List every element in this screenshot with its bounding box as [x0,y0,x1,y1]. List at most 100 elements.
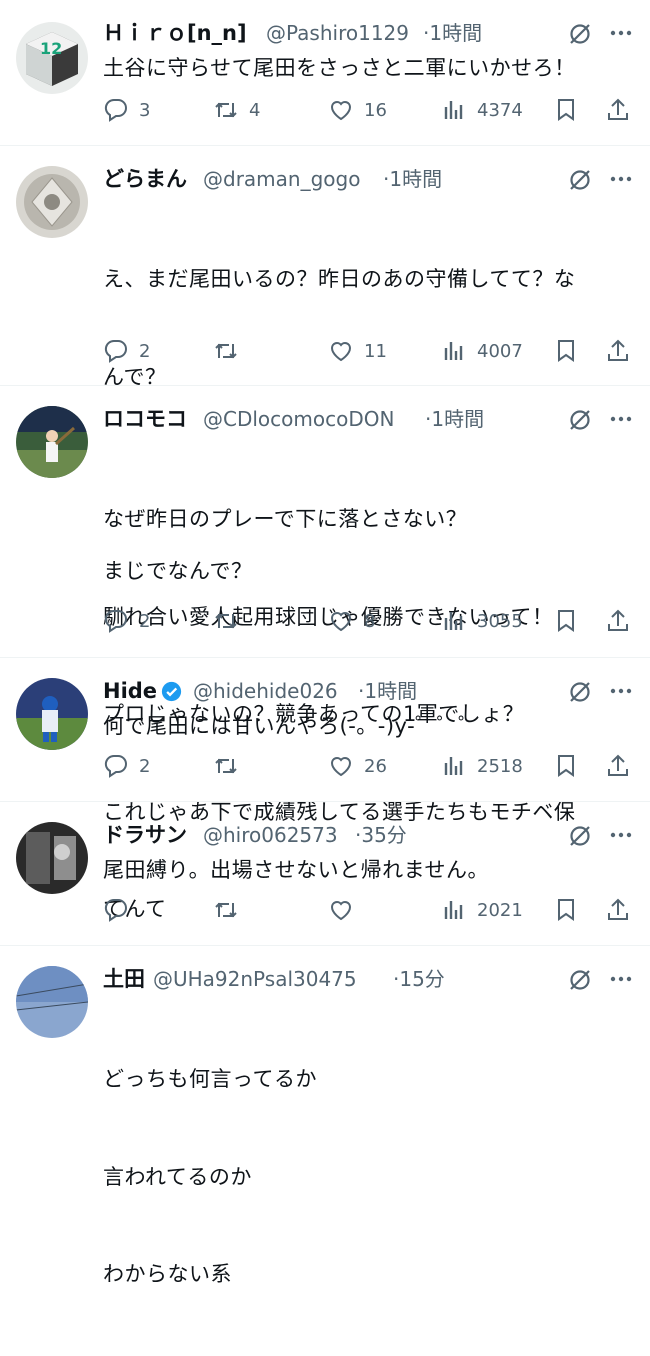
reply-button[interactable]: 2 [103,751,150,781]
retweet-button[interactable]: 4 [213,95,260,125]
more-icon[interactable] [608,678,634,704]
grok-icon[interactable] [568,968,592,992]
like-button[interactable]: 8 [328,606,375,636]
retweet-icon [215,343,237,359]
bookmark-button[interactable] [553,336,579,366]
retweet-button[interactable] [213,895,239,925]
reply-button[interactable]: 2 [103,336,150,366]
more-icon[interactable] [608,406,634,432]
views-count: 4007 [477,340,523,362]
views-icon [444,901,463,919]
more-icon[interactable] [608,166,634,192]
grok-icon[interactable] [568,680,592,704]
bookmark-button[interactable] [553,95,579,125]
like-button[interactable]: 26 [328,751,387,781]
views-button[interactable]: 4007 [441,336,523,366]
tweet-text-line: なぜ昨日のプレーで下に落とさない？ [103,507,468,531]
like-count: 8 [364,610,376,632]
reply-button[interactable] [103,895,129,925]
retweet-button[interactable] [213,751,239,781]
views-count: 3055 [477,610,523,632]
share-button[interactable] [605,895,631,925]
display-name[interactable]: どらまん [103,162,187,196]
tweet-text: 何で尾田には甘いんやろ(-。-)y-゜゜゜ [103,714,480,738]
timestamp[interactable]: ·1時間 [423,16,482,50]
avatar[interactable]: 12 [16,22,88,94]
bookmark-button[interactable] [553,751,579,781]
views-icon [444,101,463,119]
handle[interactable]: @CDlocomocoDON [203,402,394,436]
bookmark-icon [558,340,574,362]
like-count: 11 [364,340,387,362]
avatar[interactable] [16,822,88,894]
views-icon [444,342,463,360]
display-name[interactable]: ロコモコ [103,402,187,436]
bookmark-button[interactable] [553,606,579,636]
tweet-text: 土谷に守らせて尾田をさっさと二軍にいかせろ！ [103,56,576,80]
avatar[interactable] [16,966,88,1038]
views-button[interactable]: 2021 [441,895,523,925]
timestamp[interactable]: ·1時間 [383,162,442,196]
reply-count: 2 [139,755,151,777]
handle[interactable]: @hiro062573 [203,818,338,852]
share-icon [608,754,628,776]
retweet-button[interactable] [213,606,239,636]
tweet[interactable]: どらまん @draman_gogo ·1時間 え、まだ尾田いるの？昨日のあの守備… [0,146,650,583]
share-icon [608,898,628,920]
reply-button[interactable]: 3 [103,95,150,125]
handle[interactable]: @draman_gogo [203,162,360,196]
grok-icon[interactable] [568,408,592,432]
display-name[interactable]: 土田 [103,962,145,996]
more-icon[interactable] [608,966,634,992]
tweet[interactable]: 土田 @UHa92nPsal30475 ·15分 どっちも何言ってるか 言われて… [0,946,650,1286]
like-count: 26 [364,755,387,777]
reply-button[interactable]: 2 [103,606,150,636]
retweet-icon [215,902,237,918]
handle[interactable]: @Pashiro1129 [266,16,409,50]
like-button[interactable]: 11 [328,336,387,366]
display-name[interactable]: ドラサン [103,818,187,852]
avatar[interactable] [16,678,88,750]
more-icon[interactable] [608,822,634,848]
more-icon[interactable] [608,20,634,46]
like-icon [330,612,352,632]
display-name[interactable]: Ｈｉｒｏ[n_n] [103,16,247,50]
tweet-feed: 12 Ｈｉｒｏ[n_n] @Pashiro1129 ·1時間 土谷に守らせて尾田… [0,0,650,1286]
reply-count: 2 [139,610,151,632]
share-button[interactable] [605,336,631,366]
share-icon [608,98,628,120]
grok-icon[interactable] [568,168,592,192]
tweet[interactable]: ロコモコ @CDlocomocoDON ·1時間 なぜ昨日のプレーで下に落とさな… [0,386,650,921]
timestamp[interactable]: ·35分 [355,818,407,852]
tweet-text-line: どっちも何言ってるか [103,1067,317,1091]
avatar[interactable] [16,406,88,478]
views-button[interactable]: 3055 [441,606,523,636]
handle[interactable]: @hidehide026 [193,674,338,708]
views-count: 2518 [477,755,523,777]
display-name[interactable]: Hide [103,674,157,708]
retweet-button[interactable] [213,336,239,366]
share-button[interactable] [605,751,631,781]
like-button[interactable] [328,895,354,925]
timestamp[interactable]: ·1時間 [358,674,417,708]
tweet[interactable]: 12 Ｈｉｒｏ[n_n] @Pashiro1129 ·1時間 土谷に守らせて尾田… [0,0,650,146]
share-button[interactable] [605,606,631,636]
like-button[interactable]: 16 [328,95,387,125]
grok-icon[interactable] [568,22,592,46]
verified-icon [161,681,182,702]
like-count: 16 [364,99,387,121]
share-button[interactable] [605,95,631,125]
handle[interactable]: @UHa92nPsal30475 [153,962,357,996]
tweet[interactable]: ドラサン @hiro062573 ·35分 尾田縛り。出場させないと帰れません。… [0,802,650,946]
bookmark-button[interactable] [553,895,579,925]
views-button[interactable]: 4374 [441,95,523,125]
svg-text:12: 12 [40,39,62,58]
timestamp[interactable]: ·1時間 [425,402,484,436]
views-button[interactable]: 2518 [441,751,523,781]
grok-icon[interactable] [568,824,592,848]
timestamp[interactable]: ·15分 [393,962,445,996]
tweet[interactable]: Hide @hidehide026 ·1時間 何で尾田には甘いんやろ(-。-)y… [0,658,650,802]
avatar[interactable] [16,166,88,238]
bookmark-icon [558,755,574,777]
like-icon [330,101,352,121]
